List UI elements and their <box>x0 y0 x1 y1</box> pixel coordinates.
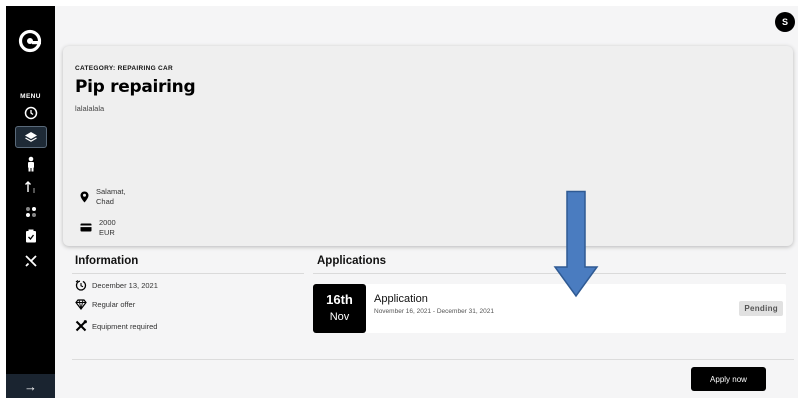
info-date-text: December 13, 2021 <box>92 280 158 290</box>
layers-icon <box>24 132 37 142</box>
timer-icon <box>75 280 87 291</box>
footer-divider <box>72 359 794 360</box>
collapse-sidebar-button[interactable]: → <box>6 374 55 398</box>
applications-heading: Applications <box>317 255 387 267</box>
info-equipment-text: Equipment required <box>92 321 158 331</box>
info-offer-type: Regular offer <box>75 299 135 310</box>
offer-category: CATEGORY: REPAIRING CAR <box>75 65 174 72</box>
clock-icon <box>24 106 37 120</box>
sidebar-item-tools[interactable] <box>6 254 55 268</box>
sort-icon <box>24 181 35 193</box>
arrow-right-icon: → <box>24 378 37 394</box>
application-day: 16th <box>326 292 353 307</box>
offer-location: Salamat, Chad <box>80 187 126 207</box>
location-city: Salamat, <box>96 187 126 196</box>
info-date: December 13, 2021 <box>75 279 158 291</box>
annotation-arrow-icon <box>553 190 599 298</box>
price-amount: 2000 <box>99 218 116 227</box>
application-title: Application <box>374 293 428 305</box>
application-date-range: November 16, 2021 - December 31, 2021 <box>374 308 494 315</box>
applications-divider <box>313 273 786 274</box>
info-equipment: Equipment required <box>75 320 157 332</box>
menu-label: MENU <box>20 93 41 100</box>
credit-card-icon <box>80 223 92 232</box>
sidebar-item-offers[interactable] <box>6 126 55 148</box>
diamond-icon <box>75 299 87 310</box>
tools-icon <box>24 255 37 267</box>
offer-card: CATEGORY: REPAIRING CAR Pip repairing la… <box>63 46 793 246</box>
avatar[interactable]: S <box>775 12 795 32</box>
status-badge: Pending <box>739 301 783 316</box>
offer-description: lalalalala <box>75 104 105 113</box>
location-country: Chad <box>96 197 114 206</box>
sidebar-item-dashboard[interactable] <box>6 106 55 120</box>
apply-now-button[interactable]: Apply now <box>691 367 766 391</box>
sidebar-item-sort[interactable] <box>6 180 55 194</box>
main-content: S CATEGORY: REPAIRING CAR Pip repairing … <box>55 6 798 398</box>
location-pin-icon <box>80 191 89 203</box>
offer-title: Pip repairing <box>75 77 196 97</box>
person-icon <box>27 156 34 172</box>
tools-icon <box>75 320 87 332</box>
info-offer-type-text: Regular offer <box>92 300 136 309</box>
sidebar-item-categories[interactable] <box>6 205 55 219</box>
application-month: Nov <box>329 311 350 323</box>
information-divider <box>72 273 304 274</box>
sidebar-item-tasks[interactable] <box>6 229 55 243</box>
sidebar: MENU → <box>6 6 55 398</box>
offer-price: 2000 EUR <box>80 218 116 238</box>
application-item[interactable]: 16th Nov Application November 16, 2021 -… <box>313 284 786 333</box>
dots-icon <box>25 207 36 217</box>
app-logo-icon[interactable] <box>17 28 43 54</box>
price-currency: EUR <box>99 228 115 237</box>
sidebar-item-profile[interactable] <box>6 156 55 172</box>
application-date-badge: 16th Nov <box>313 284 366 333</box>
clipboard-check-icon <box>25 229 36 243</box>
information-heading: Information <box>75 255 139 267</box>
